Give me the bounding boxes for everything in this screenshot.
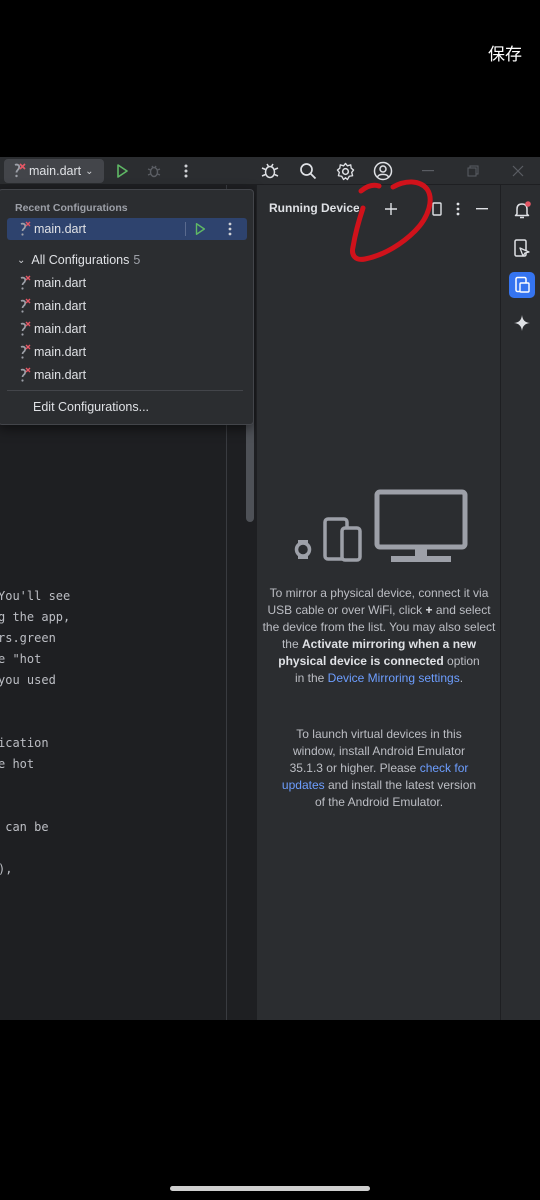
code-line: e hot <box>0 757 35 771</box>
config-item[interactable]: main.dart <box>7 364 247 386</box>
code-line: g the app, <box>0 610 71 624</box>
plugin-bug-icon[interactable] <box>260 161 280 181</box>
chevron-down-icon: ⌄ <box>17 254 26 266</box>
run-icon[interactable] <box>193 222 207 236</box>
emulator-instructions: To launch virtual devices in this window… <box>281 726 477 811</box>
main-toolbar: main.dart ⌄ <box>0 157 540 185</box>
search-icon[interactable] <box>298 161 318 181</box>
config-label: main.dart <box>34 276 87 290</box>
hide-panel-icon[interactable] <box>472 199 492 219</box>
panel-options-icon[interactable] <box>448 199 468 219</box>
edit-configurations-label: Edit Configurations... <box>33 400 150 414</box>
mirroring-instructions: To mirror a physical device, connect it … <box>261 585 497 687</box>
flutter-config-icon <box>14 163 26 178</box>
run-config-label: main.dart <box>29 164 82 178</box>
instructions-text: . <box>459 671 464 685</box>
code-line: you used <box>0 673 56 687</box>
gemini-sparkle-icon[interactable] <box>509 310 535 336</box>
config-label: main.dart <box>34 345 87 359</box>
all-configurations-label: All Configurations <box>31 253 130 267</box>
recent-configurations-header: Recent Configurations <box>15 202 128 214</box>
run-config-popup: Recent Configurations main.dart ⌄ All Co… <box>0 189 254 425</box>
running-devices-icon[interactable] <box>509 272 535 298</box>
devices-illustration <box>294 489 468 562</box>
chevron-down-icon: ⌄ <box>85 165 94 177</box>
code-line: can be <box>0 820 49 834</box>
config-label: main.dart <box>34 299 87 313</box>
instructions-text: and install the latest version of the An… <box>314 778 477 809</box>
instructions-text: option <box>447 654 480 668</box>
config-item[interactable]: main.dart <box>7 341 247 363</box>
config-item[interactable]: main.dart <box>7 272 247 294</box>
save-button[interactable]: 保存 <box>488 40 522 65</box>
code-line: You'll see <box>0 589 71 603</box>
close-window-icon[interactable] <box>508 161 528 181</box>
flutter-config-icon <box>20 275 31 290</box>
run-config-selector[interactable]: main.dart ⌄ <box>4 159 104 183</box>
more-actions-icon[interactable] <box>176 161 196 181</box>
home-indicator[interactable] <box>170 1186 370 1191</box>
configurations-count: 5 <box>133 253 141 267</box>
divider <box>7 390 243 391</box>
plus-symbol: + <box>425 603 433 617</box>
separator <box>185 222 186 236</box>
config-label: main.dart <box>34 368 87 382</box>
more-options-icon[interactable] <box>228 222 232 236</box>
recent-config-item[interactable]: main.dart <box>7 218 247 240</box>
flutter-config-icon <box>20 298 31 313</box>
code-line: rs.green <box>0 631 56 645</box>
code-line: e "hot <box>0 652 42 666</box>
edit-configurations-item[interactable]: Edit Configurations... <box>7 396 247 418</box>
code-line: ication <box>0 736 49 750</box>
flutter-config-icon <box>20 344 31 359</box>
restore-window-icon[interactable] <box>463 161 483 181</box>
flutter-config-icon <box>20 221 31 236</box>
run-icon[interactable] <box>112 161 132 181</box>
ide-window: main.dart ⌄ You'll see g the app, rs.gre… <box>0 157 540 1020</box>
device-mirroring-settings-link[interactable]: Device Mirroring settings <box>328 671 460 685</box>
config-label: main.dart <box>34 322 87 336</box>
debug-icon[interactable] <box>144 161 164 181</box>
flutter-config-icon <box>20 321 31 336</box>
right-tool-strip <box>500 185 540 1020</box>
device-manager-icon[interactable] <box>509 235 535 261</box>
red-annotation-circle <box>350 179 433 262</box>
config-item[interactable]: main.dart <box>7 295 247 317</box>
running-devices-panel: Running Devices To mirror a physical dev… <box>256 185 500 1020</box>
code-line: ), <box>0 862 13 876</box>
recent-config-label: main.dart <box>34 222 87 236</box>
all-configurations-group[interactable]: ⌄ All Configurations 5 <box>7 249 247 271</box>
flutter-config-icon <box>20 367 31 382</box>
config-item[interactable]: main.dart <box>7 318 247 340</box>
notifications-icon[interactable] <box>509 197 535 223</box>
instructions-text: in the <box>294 671 325 685</box>
